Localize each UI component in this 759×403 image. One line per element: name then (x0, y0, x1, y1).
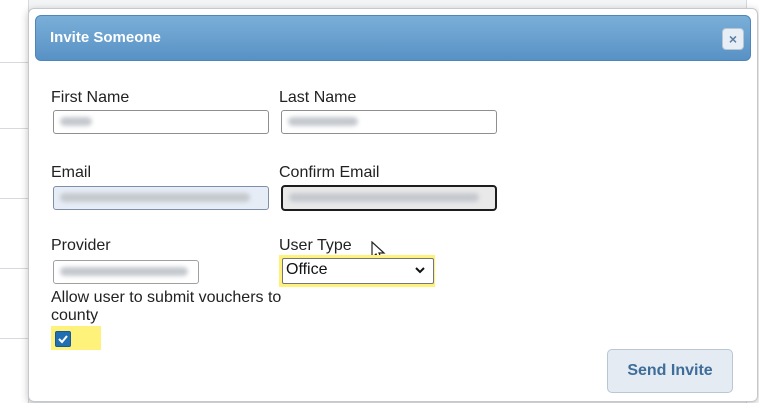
dialog-title: Invite Someone (50, 29, 161, 46)
redacted-value (288, 117, 358, 126)
background-page-left (0, 0, 29, 403)
checkmark-icon (58, 335, 68, 344)
dialog-titlebar: Invite Someone × (35, 15, 751, 61)
chevron-down-icon (415, 267, 425, 274)
redacted-value (289, 193, 479, 202)
redacted-value (60, 267, 188, 276)
invite-dialog: Invite Someone × First Name Last Name Em… (28, 8, 758, 402)
email-input[interactable] (53, 186, 269, 210)
last-name-input[interactable] (281, 110, 497, 134)
provider-label: Provider (51, 237, 111, 254)
redacted-value (60, 193, 250, 202)
allow-vouchers-label: Allow user to submit vouchers to county (51, 289, 282, 324)
background-divider (0, 128, 28, 129)
allow-vouchers-checkbox[interactable] (55, 331, 71, 347)
close-icon[interactable]: × (722, 28, 744, 50)
email-label: Email (51, 164, 92, 181)
redacted-value (60, 117, 92, 126)
background-divider (0, 268, 28, 269)
provider-input[interactable] (53, 260, 199, 284)
first-name-input[interactable] (53, 110, 269, 134)
last-name-label: Last Name (279, 89, 357, 106)
user-type-select[interactable]: Office (282, 258, 434, 284)
confirm-email-input[interactable] (281, 185, 497, 211)
confirm-email-label: Confirm Email (279, 164, 380, 181)
user-type-selected-value: Office (286, 261, 328, 278)
background-divider (0, 62, 28, 63)
first-name-label: First Name (51, 89, 130, 106)
background-divider (0, 338, 28, 339)
background-divider (0, 198, 28, 199)
user-type-label: User Type (279, 237, 352, 254)
send-invite-button[interactable]: Send Invite (607, 349, 733, 393)
